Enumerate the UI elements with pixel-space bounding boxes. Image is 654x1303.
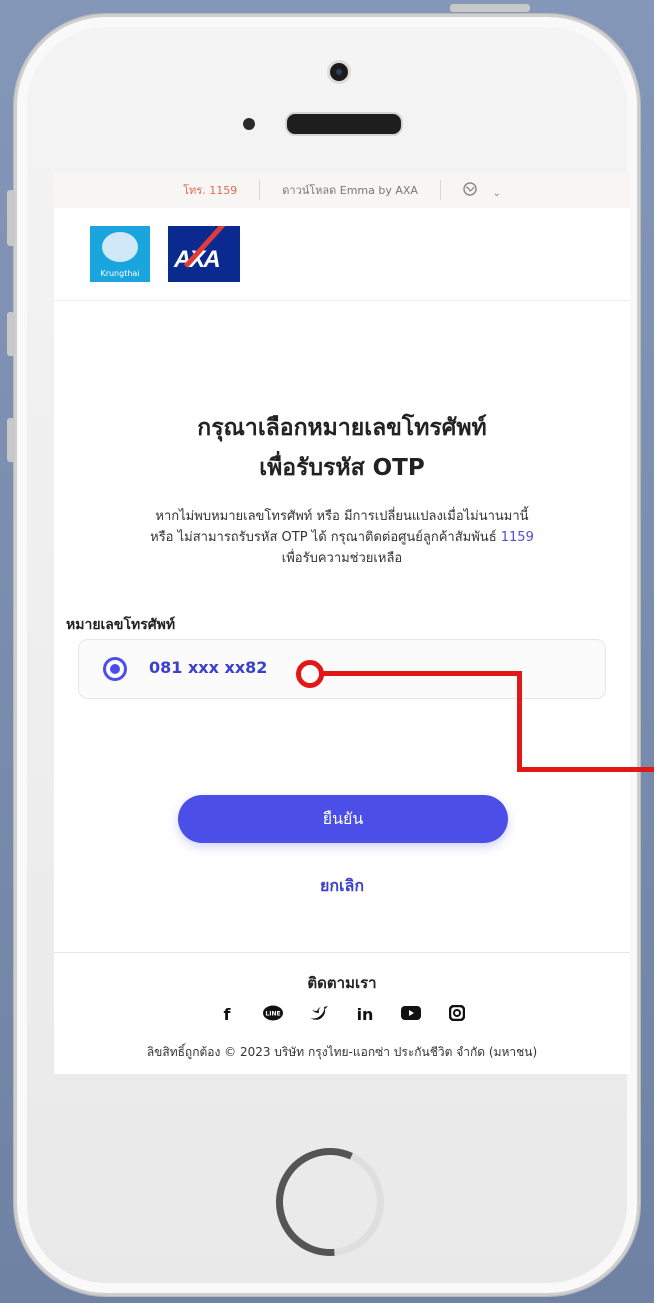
page-title: กรุณาเลือกหมายเลขโทรศัพท์ เพื่อรับรหัส O… bbox=[54, 408, 630, 488]
desc-text: หรือ ไม่สามารถรับรหัส OTP ได้ กรุณาติดต่… bbox=[150, 530, 501, 545]
title-line: เพื่อรับรหัส OTP bbox=[259, 455, 425, 481]
krungthai-logo: Krungthai bbox=[90, 226, 150, 282]
power-button bbox=[450, 4, 530, 12]
phone-field-label: หมายเลขโทรศัพท์ bbox=[66, 617, 176, 633]
top-bar: โทร. 1159 ดาวน์โหลด Emma by AXA ⌄ bbox=[54, 172, 630, 208]
side-button bbox=[7, 190, 15, 246]
cancel-link[interactable]: ยกเลิก bbox=[54, 874, 630, 899]
hotline-link[interactable]: โทร. 1159 bbox=[183, 181, 237, 199]
help-description: หากไม่พบหมายเลขโทรศัพท์ หรือ มีการเปลี่ย… bbox=[62, 506, 622, 569]
globe-icon bbox=[463, 181, 477, 196]
side-button bbox=[7, 312, 15, 356]
annotation-marker bbox=[296, 660, 324, 688]
svg-text:LINE: LINE bbox=[265, 1011, 280, 1018]
axa-logo: AXA bbox=[168, 226, 240, 282]
line-icon[interactable]: LINE bbox=[261, 1005, 285, 1027]
speaker-grille bbox=[285, 112, 403, 136]
sensor-dot bbox=[243, 118, 255, 130]
side-button bbox=[7, 418, 15, 462]
divider bbox=[259, 180, 261, 200]
confirm-button[interactable]: ยืนยัน bbox=[178, 795, 508, 843]
language-selector[interactable]: ⌄ bbox=[463, 181, 501, 199]
annotation-line bbox=[517, 671, 522, 772]
desc-line: หรือ ไม่สามารถรับรหัส OTP ได้ กรุณาติดต่… bbox=[62, 527, 622, 548]
facebook-icon[interactable]: f bbox=[215, 1005, 239, 1027]
app-screen: โทร. 1159 ดาวน์โหลด Emma by AXA ⌄ กรุณาเ… bbox=[54, 172, 630, 1074]
desc-line: หากไม่พบหมายเลขโทรศัพท์ หรือ มีการเปลี่ย… bbox=[155, 509, 529, 524]
desc-line: เพื่อรับความช่วยเหลือ bbox=[281, 551, 403, 566]
camera-icon bbox=[327, 60, 351, 84]
download-app-link[interactable]: ดาวน์โหลด Emma by AXA bbox=[282, 181, 418, 199]
contact-number-link[interactable]: 1159 bbox=[501, 530, 534, 545]
youtube-icon[interactable] bbox=[399, 1005, 423, 1027]
copyright-text: ลิขสิทธิ์ถูกต้อง © 2023 บริษัท กรุงไทย-แ… bbox=[146, 1045, 538, 1059]
chevron-down-icon: ⌄ bbox=[492, 187, 501, 199]
footer: ติดตามเรา f LINE in ลิขสิทธิ์ถูกต้อง © 2… bbox=[54, 952, 630, 1074]
title-line: กรุณาเลือกหมายเลขโทรศัพท์ bbox=[197, 415, 487, 441]
annotation-line bbox=[517, 767, 654, 772]
krungthai-emblem-icon bbox=[102, 232, 138, 262]
social-links: f LINE in bbox=[54, 1004, 630, 1027]
follow-us-label: ติดตามเรา bbox=[307, 974, 377, 992]
annotation-line bbox=[322, 671, 522, 676]
phone-option[interactable]: 081 xxx xx82 bbox=[78, 639, 606, 699]
divider bbox=[439, 180, 441, 200]
linkedin-icon[interactable]: in bbox=[353, 1005, 377, 1027]
krungthai-logo-label: Krungthai bbox=[100, 269, 140, 278]
instagram-icon[interactable] bbox=[445, 1004, 469, 1027]
phone-number: 081 xxx xx82 bbox=[149, 658, 268, 677]
twitter-icon[interactable] bbox=[307, 1005, 331, 1027]
radio-selected-icon[interactable] bbox=[103, 657, 127, 681]
